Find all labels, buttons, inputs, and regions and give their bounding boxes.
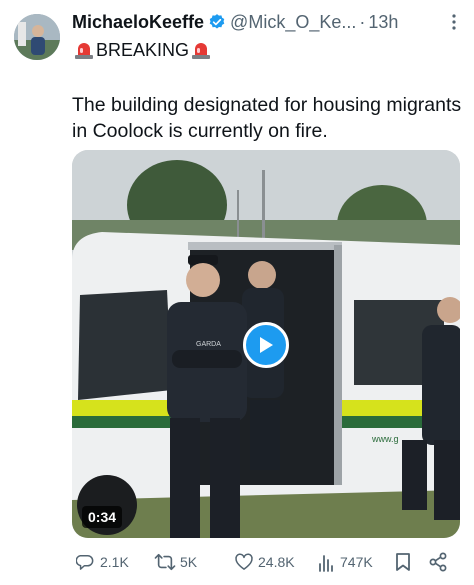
reply-icon — [76, 555, 94, 570]
bookmark-button[interactable] — [394, 552, 412, 572]
views-icon — [319, 555, 333, 572]
retweet-count: 5K — [180, 554, 198, 570]
like-count: 24.8K — [258, 554, 295, 570]
van-text: www.g — [371, 434, 399, 444]
views-count: 747K — [340, 554, 373, 570]
tweet-header: MichaeloKeeffe @Mick_O_Ke... · 13h — [72, 10, 464, 34]
timestamp[interactable]: 13h — [368, 12, 398, 33]
siren-icon — [74, 40, 94, 60]
play-icon — [260, 337, 273, 353]
retweet-button[interactable]: 5K — [154, 552, 197, 572]
video-duration: 0:34 — [82, 506, 123, 528]
officer-badge-text: GARDA — [196, 341, 221, 348]
verified-badge-icon — [208, 13, 226, 31]
reply-count: 2.1K — [100, 554, 129, 570]
retweet-icon — [154, 553, 176, 571]
reply-button[interactable]: 2.1K — [76, 552, 129, 572]
siren-icon — [191, 40, 211, 60]
like-button[interactable]: 24.8K — [234, 552, 295, 572]
video-player[interactable]: www.g GARDA 0:34 — [72, 150, 460, 538]
display-name[interactable]: MichaeloKeeffe — [72, 12, 204, 33]
more-icon[interactable] — [444, 10, 464, 34]
tweet-text: The building designated for housing migr… — [72, 94, 462, 142]
views-button[interactable]: 747K — [318, 552, 373, 572]
breaking-label: BREAKING — [96, 39, 190, 60]
separator-dot: · — [359, 11, 366, 32]
bookmark-icon — [396, 553, 410, 571]
handle[interactable]: @Mick_O_Ke... — [230, 12, 356, 33]
share-icon — [429, 552, 447, 572]
share-button[interactable] — [428, 552, 448, 572]
like-icon — [235, 553, 253, 570]
breaking-line: BREAKING — [72, 38, 213, 62]
play-button[interactable] — [243, 322, 289, 368]
avatar[interactable] — [14, 14, 60, 60]
action-bar: 2.1K 5K 24.8K 747K — [72, 548, 462, 576]
